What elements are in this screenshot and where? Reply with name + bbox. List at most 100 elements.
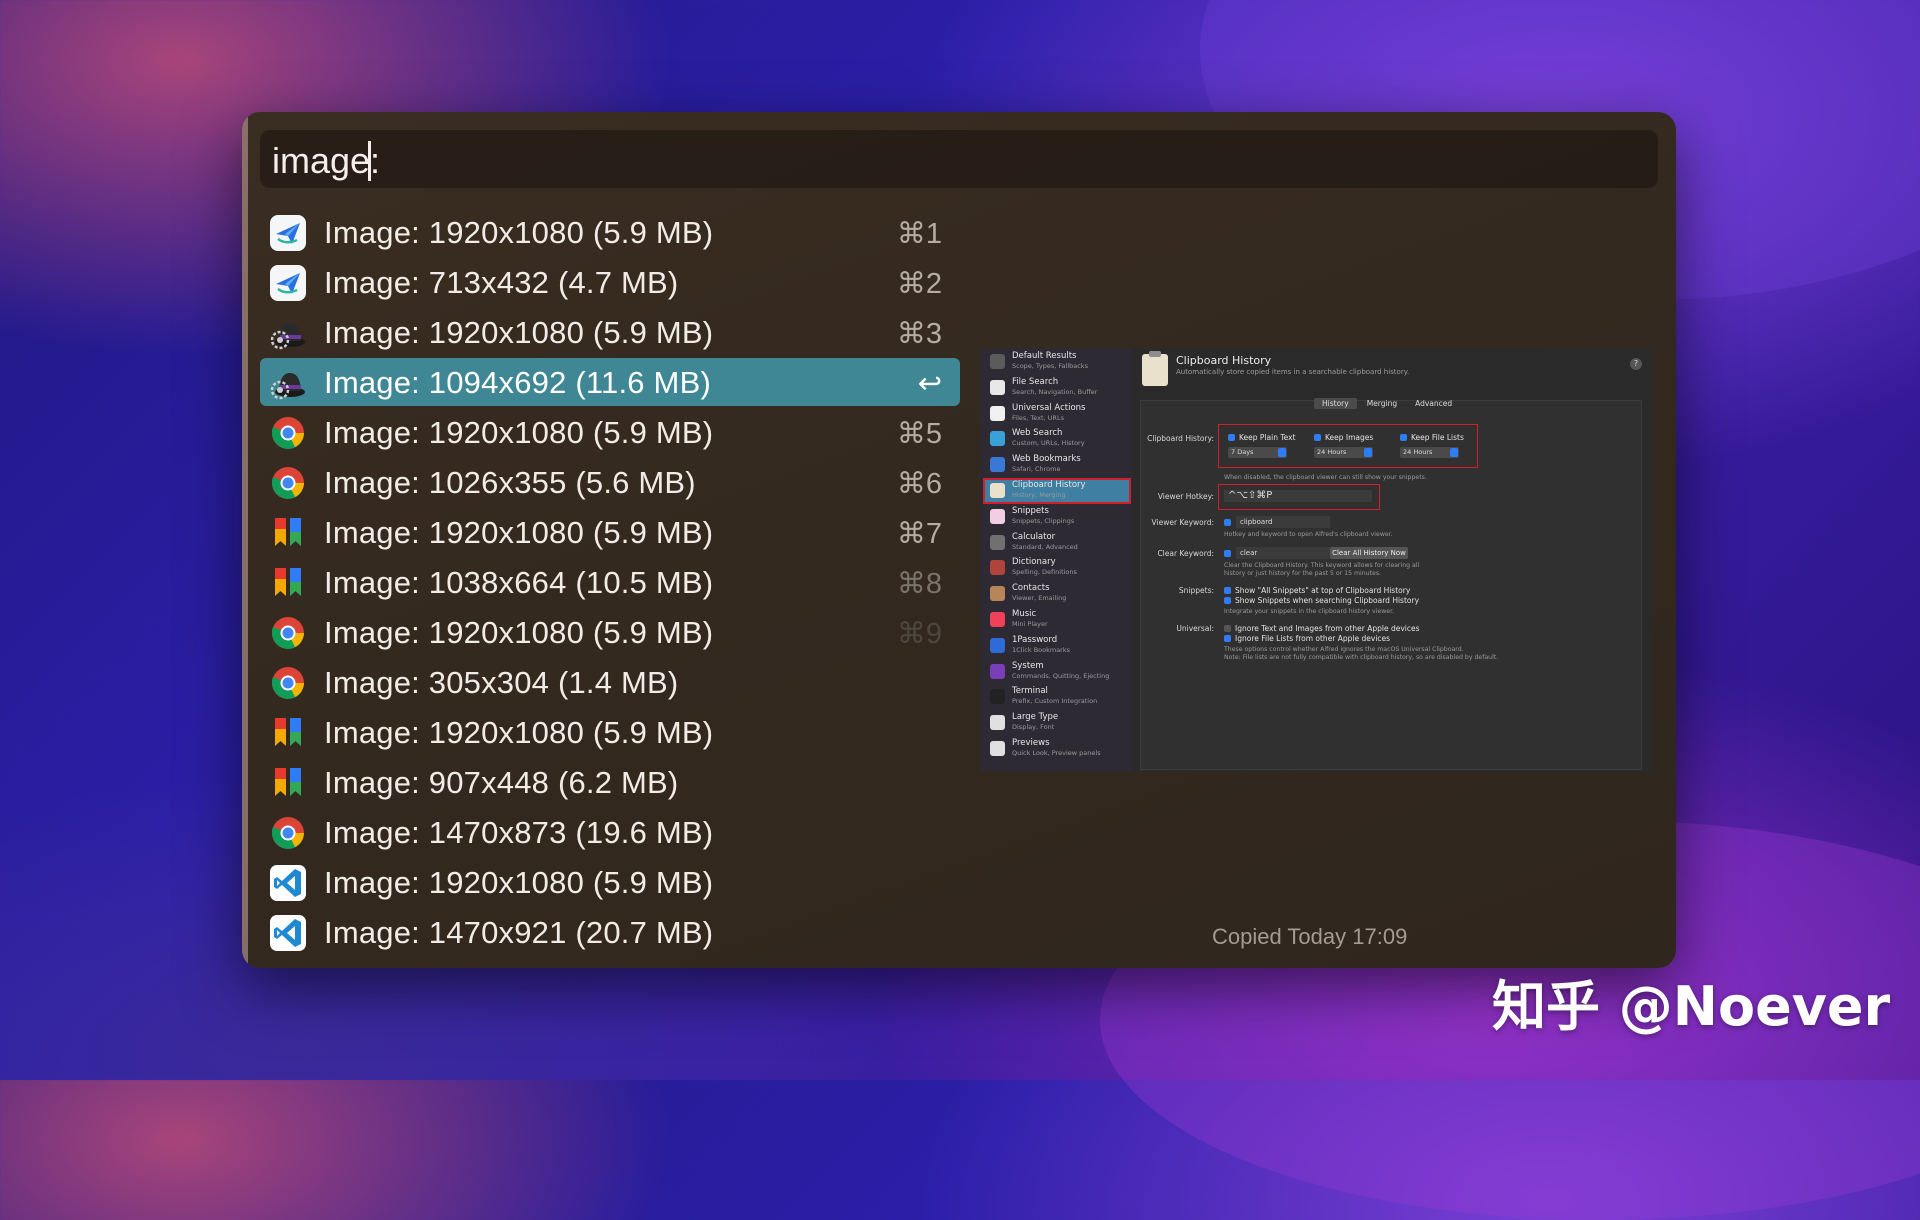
- snippets-label: Snippets:: [1178, 586, 1214, 595]
- sidebar-item-subtitle: Safari, Chrome: [1012, 465, 1061, 474]
- result-label: Image: 1038x664 (10.5 MB): [324, 565, 714, 600]
- universal-label: Universal:: [1176, 624, 1214, 633]
- result-label: Image: 713x432 (4.7 MB): [324, 265, 679, 300]
- sidebar-item-title: Web Search: [1012, 428, 1063, 439]
- sidebar-item-title: Web Bookmarks: [1012, 454, 1081, 465]
- sidebar-item-subtitle: Viewer, Emailing: [1012, 594, 1067, 603]
- preferences-sidebar-item: Contacts Viewer, Emailing: [984, 582, 1130, 606]
- preferences-sidebar-item: Calculator Standard, Advanced: [984, 531, 1130, 555]
- preference-icon: [990, 741, 1005, 756]
- image-preview: Default Results Scope, Types, Fallbacks Fi…: [980, 348, 1652, 772]
- sidebar-item-title: Large Type: [1012, 712, 1059, 723]
- preview-tabs: History Merging Advanced: [1314, 398, 1462, 412]
- keep-images: Keep Images: [1314, 433, 1373, 442]
- result-list: Image: 1920x1080 (5.9 MB) ⌘1 Image: 713x43…: [260, 208, 960, 958]
- vscode-icon: [270, 915, 306, 951]
- result-row[interactable]: Image: 1920x1080 (5.9 MB) ⌘5: [260, 408, 960, 456]
- snippets-note: Integrate your snippets in the clipboard…: [1224, 608, 1395, 615]
- sidebar-item-title: Calculator: [1012, 531, 1056, 542]
- result-label: Image: 1470x921 (20.7 MB): [324, 915, 714, 950]
- shortcut-hint: ⌘6: [896, 468, 942, 500]
- clipboard-icon: [1142, 351, 1168, 386]
- preference-icon: [990, 560, 1005, 576]
- preferences-sidebar-item: File Search Search, Navigation, Buffer: [984, 376, 1130, 400]
- preferences-sidebar-item: Snippets Snippets, Clippings: [984, 505, 1130, 529]
- result-row[interactable]: Image: 1920x1080 (5.9 MB) ⌘1: [260, 208, 960, 256]
- preference-icon: [990, 586, 1005, 602]
- sidebar-item-subtitle: Commands, Quitting, Ejecting: [1012, 671, 1110, 680]
- clear-keyword-field: clear: [1236, 547, 1330, 559]
- sidebar-item-title: 1Password: [1012, 634, 1058, 645]
- sidebar-item-subtitle: Standard, Advanced: [1012, 542, 1078, 551]
- preference-icon: [990, 508, 1005, 524]
- result-label: Image: 1094x692 (11.6 MB): [324, 365, 711, 400]
- result-label: Image: 1920x1080 (5.9 MB): [324, 865, 714, 900]
- result-row[interactable]: Image: 1470x921 (20.7 MB): [260, 908, 960, 956]
- shortcut-hint: ⌘3: [896, 318, 942, 350]
- result-label: Image: 907x448 (6.2 MB): [324, 765, 679, 800]
- result-row[interactable]: Image: 1094x692 (11.6 MB) ↩: [260, 358, 960, 406]
- preferences-sidebar-item: Music Mini Player: [984, 608, 1130, 632]
- viewer-keyword-check: [1224, 518, 1235, 527]
- result-row[interactable]: Image: 1920x1080 (5.9 MB): [260, 858, 960, 906]
- preview-subtitle: Automatically store copied items in a se…: [1176, 368, 1410, 376]
- preferences-sidebar-item: Web Search Custom, URLs, History: [984, 427, 1130, 451]
- preview-main: Clipboard History Automatically store co…: [1132, 348, 1652, 772]
- result-label: Image: 305x304 (1.4 MB): [324, 665, 679, 700]
- result-row[interactable]: Image: 305x304 (1.4 MB): [260, 658, 960, 706]
- universal-note-1: These options control whether Alfred ign…: [1224, 646, 1464, 653]
- result-label: Image: 1920x1080 (5.9 MB): [324, 315, 714, 350]
- sidebar-item-subtitle: Mini Player: [1012, 620, 1048, 628]
- result-label: Image: 1920x1080 (5.9 MB): [324, 215, 714, 250]
- preference-icon: [990, 689, 1005, 705]
- sidebar-item-title: Contacts: [1012, 583, 1050, 594]
- chrome-icon: [270, 415, 306, 451]
- sidebar-item-subtitle: Display, Font: [1012, 723, 1055, 732]
- result-label: Image: 1920x1080 (5.9 MB): [324, 415, 714, 450]
- shortcut-hint: ⌘7: [896, 518, 942, 550]
- disabled-note: When disabled, the clipboard viewer can …: [1224, 474, 1427, 481]
- paper-plane-icon: [270, 265, 306, 301]
- chrome-icon: [270, 465, 306, 501]
- result-row[interactable]: Image: 1038x664 (10.5 MB) ⌘8: [260, 558, 960, 606]
- search-input[interactable]: image:: [272, 140, 380, 182]
- sidebar-item-subtitle: History, Merging: [1012, 491, 1066, 499]
- chrome-icon: [270, 615, 306, 651]
- sidebar-item-title: Music: [1012, 609, 1037, 619]
- sidebar-item-subtitle: 1Click Bookmarks: [1012, 645, 1071, 654]
- result-label: Image: 1026x355 (5.6 MB): [324, 465, 696, 500]
- text-cursor: [368, 141, 371, 181]
- preferences-sidebar-item: Clipboard History History, Merging: [983, 478, 1131, 504]
- result-row[interactable]: Image: 1920x1080 (5.9 MB): [260, 708, 960, 756]
- preferences-sidebar-item: Terminal Prefix, Custom Integration: [984, 685, 1130, 709]
- shortcut-hint: ⌘8: [896, 568, 942, 600]
- result-row[interactable]: Image: 1026x355 (5.6 MB) ⌘6: [260, 458, 960, 506]
- result-row[interactable]: Image: 713x432 (4.7 MB) ⌘2: [260, 258, 960, 306]
- result-row[interactable]: Image: 1470x873 (19.6 MB): [260, 808, 960, 856]
- preference-icon: [990, 612, 1005, 627]
- preferences-sidebar-item: Previews Quick Look, Preview panels: [984, 737, 1130, 761]
- vscode-icon: [270, 865, 306, 901]
- viewer-keyword-label: Viewer Keyword:: [1151, 518, 1214, 527]
- bookmark-app-icon: [270, 565, 306, 601]
- result-row[interactable]: Image: 1920x1080 (5.9 MB) ⌘7: [260, 508, 960, 556]
- preview-sidebar: Default Results Scope, Types, Fallbacks Fi…: [980, 348, 1132, 772]
- sidebar-item-subtitle: Scope, Types, Fallbacks: [1012, 362, 1088, 370]
- clear-history-button: Clear All History Now: [1330, 547, 1408, 559]
- bookmark-app-icon: [270, 765, 306, 801]
- sidebar-item-subtitle: Spelling, Definitions: [1012, 568, 1077, 577]
- preferences-sidebar-item: Large Type Display, Font: [984, 711, 1130, 735]
- preference-icon: [990, 663, 1005, 679]
- search-bar[interactable]: image:: [260, 130, 1658, 188]
- result-row[interactable]: Image: 907x448 (6.2 MB): [260, 758, 960, 806]
- sidebar-item-title: Terminal: [1012, 686, 1048, 697]
- sidebar-item-title: Dictionary: [1012, 557, 1056, 568]
- sidebar-item-subtitle: Prefix, Custom Integration: [1012, 697, 1098, 706]
- result-label: Image: 1920x1080 (5.9 MB): [324, 715, 714, 750]
- snippets-option-2: Show Snippets when searching Clipboard H…: [1224, 596, 1419, 605]
- keep-file-lists: Keep File Lists: [1400, 433, 1464, 442]
- sidebar-item-title: Universal Actions: [1012, 402, 1086, 413]
- sidebar-item-title: File Search: [1012, 376, 1059, 387]
- result-row[interactable]: Image: 1920x1080 (5.9 MB) ⌘3: [260, 308, 960, 356]
- result-row[interactable]: Image: 1920x1080 (5.9 MB) ⌘9: [260, 608, 960, 656]
